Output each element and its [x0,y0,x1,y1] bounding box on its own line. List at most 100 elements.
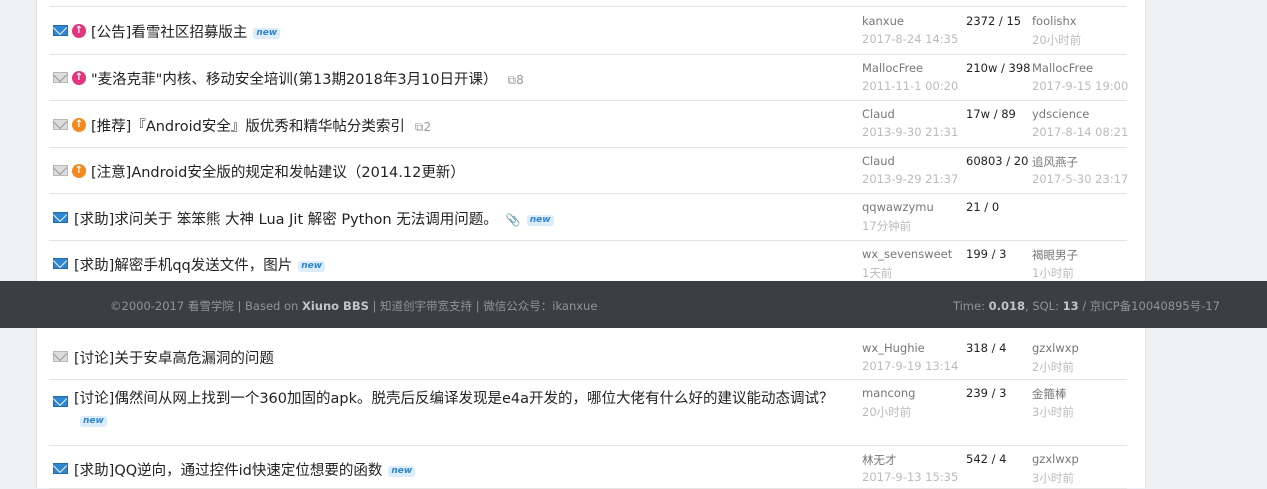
thread-title-text[interactable]: [求助]QQ逆向，通过控件id快速定位想要的函数 [74,463,382,479]
thread-author[interactable]: Claud [862,154,895,168]
thread-row: ↑ [推荐]『Android安全』版优秀和精华帖分类索引 ⧉2 Claud 2013-9… [49,100,1129,148]
site-footer: ©2000-2017 看雪学院 | Based on Xiuno BBS | 知… [0,281,1267,328]
thread-views-replies: 239 / 3 [966,386,1007,400]
thread-last-reply-user[interactable]: gzxlwxp [1032,341,1079,355]
thread-title-text[interactable]: [公告]看雪社区招募版主 [91,25,247,41]
thread-author[interactable]: wx_Hughie [862,341,925,355]
thread-author[interactable]: MallocFree [862,61,923,75]
thread-row: ↑ "麦洛克菲"内核、移动安全培训(第13期2018年3月10日开课） ⧉8 Mall… [49,54,1129,101]
thread-author[interactable]: qqwawzymu [862,200,934,214]
thread-last-reply-time: 2017-9-15 19:00 [1032,79,1129,93]
thread-created-time: 17分钟前 [862,219,912,233]
new-mail-icon [53,463,68,474]
footer-engine-link[interactable]: Xiuno BBS [302,299,369,313]
thread-row: [求助]QQ逆向，通过控件id快速定位想要的函数 new 林无才 2017-9-13 … [49,445,1127,489]
footer-stats: Time: 0.018, SQL: 13 / 京ICP备10040895号-17 [952,299,1220,313]
thread-last-reply-time: 1小时前 [1032,266,1074,280]
thread-last-reply-user[interactable]: MallocFree [1032,61,1093,75]
thread-views-replies: 542 / 4 [966,452,1007,466]
pages-icon: ⧉ [507,73,517,87]
read-mail-icon [53,72,68,83]
thread-row: [求助]解密手机qq发送文件，图片 new wx_sevensweet 1天前 199 … [49,240,1127,282]
thread-last-reply-time: 2小时前 [1032,360,1074,374]
thread-created-time: 2017-9-19 13:14 [862,359,959,373]
thread-status-icons: ↑ [53,70,89,86]
thread-title[interactable]: [讨论]偶然间从网上找到一个360加固的apk。脱壳后反编译发现是e4a开发的，… [74,388,849,432]
thread-created-time: 20小时前 [862,405,912,419]
thread-title-text[interactable]: [讨论]关于安卓高危漏洞的问题 [74,351,274,367]
thread-author[interactable]: Claud [862,107,895,121]
thread-created-time: 2013-9-29 21:37 [862,172,959,186]
thread-title[interactable]: [求助]求问关于 笨笨熊 大神 Lua Jit 解密 Python 无法调用问题… [74,208,554,229]
thread-title[interactable]: [讨论]关于安卓高危漏洞的问题 [74,347,274,368]
thread-author[interactable]: 林无才 [862,452,897,468]
new-badge: new [526,215,554,226]
thread-title[interactable]: [求助]解密手机qq发送文件，图片 new [74,254,326,275]
new-badge: new [253,28,281,39]
thread-status-icons: ↑ [53,23,89,39]
thread-title[interactable]: "麦洛克菲"内核、移动安全培训(第13期2018年3月10日开课） ⧉8 [91,68,524,89]
attachment-icon: 📎 [505,213,521,227]
thread-title[interactable]: [公告]看雪社区招募版主 new [91,21,281,42]
thread-last-reply-user[interactable]: 追风燕子 [1032,154,1078,170]
new-mail-icon [53,212,68,223]
thread-created-time: 2011-11-1 00:20 [862,79,959,93]
new-badge: new [298,261,326,272]
thread-title-text[interactable]: [推荐]『Android安全』版优秀和精华帖分类索引 [91,119,405,135]
new-mail-icon [53,25,68,36]
thread-title-text[interactable]: [求助]求问关于 笨笨熊 大神 Lua Jit 解密 Python 无法调用问题… [74,212,498,228]
footer-copyright: ©2000-2017 看雪学院 | Based on Xiuno BBS | 知… [110,299,598,313]
thread-row: [讨论]关于安卓高危漏洞的问题 wx_Hughie 2017-9-19 13:14 3… [49,334,1127,380]
thread-row: [讨论]偶然间从网上找到一个360加固的apk。脱壳后反编译发现是e4a开发的，… [49,379,1127,446]
thread-status-icons: ↑ [53,163,89,179]
reply-pages[interactable]: ⧉8 [508,73,524,87]
thread-created-time: 2017-9-13 15:35 [862,470,959,484]
thread-title[interactable]: [推荐]『Android安全』版优秀和精华帖分类索引 ⧉2 [91,115,431,136]
thread-author[interactable]: wx_sevensweet [862,247,952,261]
thread-row: [求助]求问关于 笨笨熊 大神 Lua Jit 解密 Python 无法调用问题… [49,193,1127,241]
thread-title[interactable]: [注意]Android安全版的规定和发帖建议（2014.12更新） [91,161,465,182]
thread-views-replies: 210w / 398 [966,61,1031,75]
new-mail-icon [53,258,68,269]
thread-title-text[interactable]: "麦洛克菲"内核、移动安全培训(第13期2018年3月10日开课） [91,72,498,88]
thread-views-replies: 2372 / 15 [966,14,1022,28]
thread-last-reply-user[interactable]: gzxlwxp [1032,452,1079,466]
thread-title[interactable]: [求助]QQ逆向，通过控件id快速定位想要的函数 new [74,459,416,480]
read-mail-icon [53,119,68,130]
forum-top-icon: ↑ [72,118,86,132]
thread-title-text[interactable]: [求助]解密手机qq发送文件，图片 [74,258,292,274]
thread-created-time: 1天前 [862,266,893,280]
thread-last-reply-time: 20小时前 [1032,33,1082,47]
new-badge: new [80,416,107,427]
thread-views-replies: 60803 / 20 [966,154,1029,168]
thread-author[interactable]: mancong [862,386,916,400]
global-top-icon: ↑ [72,71,86,85]
thread-title-text[interactable]: [讨论]偶然间从网上找到一个360加固的apk。脱壳后反编译发现是e4a开发的，… [74,391,834,407]
new-badge: new [388,466,416,477]
thread-created-time: 2013-9-30 21:31 [862,125,959,139]
thread-author[interactable]: kanxue [862,14,904,28]
thread-views-replies: 21 / 0 [966,200,1000,214]
thread-created-time: 2017-8-24 14:35 [862,32,959,46]
thread-status-icons: ↑ [53,117,89,133]
thread-views-replies: 318 / 4 [966,341,1007,355]
read-mail-icon [53,165,68,176]
thread-last-reply-user[interactable]: foolishx [1032,14,1077,28]
thread-row: ↑ [注意]Android安全版的规定和发帖建议（2014.12更新） Claud 2… [49,147,1129,194]
thread-last-reply-user[interactable]: 金箍棒 [1032,386,1067,402]
thread-last-reply-time: 2017-5-30 23:17 [1032,172,1129,186]
footer-icp-link[interactable]: / 京ICP备10040895号-17 [1079,299,1220,313]
thread-last-reply-time: 2017-8-14 08:21 [1032,125,1129,139]
thread-views-replies: 199 / 3 [966,247,1007,261]
thread-last-reply-user[interactable]: 褐眼男子 [1032,247,1078,263]
new-mail-icon [53,396,68,407]
global-top-icon: ↑ [72,24,86,38]
thread-title-text[interactable]: [注意]Android安全版的规定和发帖建议（2014.12更新） [91,165,465,181]
thread-last-reply-time: 3小时前 [1032,471,1074,485]
reply-pages[interactable]: ⧉2 [415,120,431,134]
read-mail-icon [53,351,68,362]
forum-top-icon: ↑ [72,164,86,178]
thread-last-reply-time: 3小时前 [1032,405,1074,419]
thread-views-replies: 17w / 89 [966,107,1016,121]
thread-last-reply-user[interactable]: ydscience [1032,107,1089,121]
